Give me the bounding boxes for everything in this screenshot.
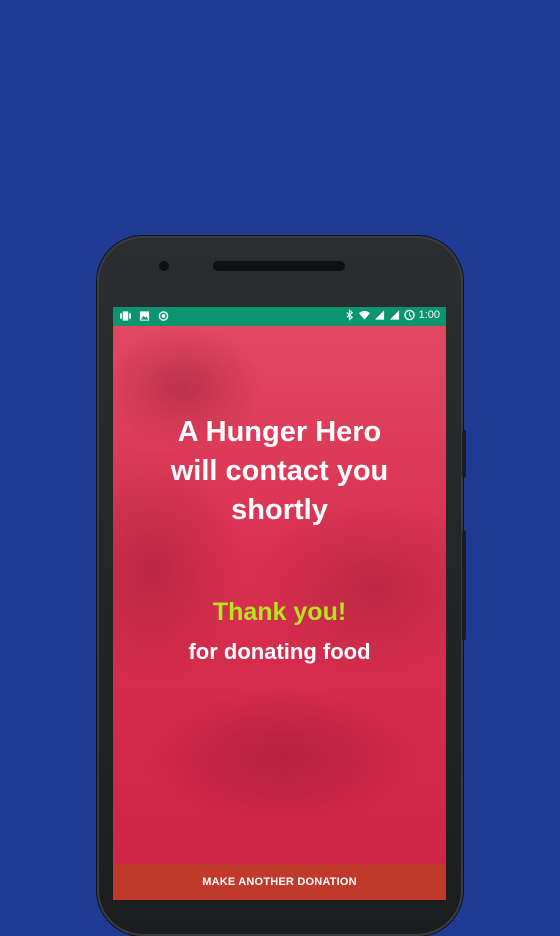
status-bar: 1:00 <box>113 307 446 326</box>
signal-icon-2 <box>389 310 399 320</box>
power-button <box>462 530 466 640</box>
donation-subtext: for donating food <box>188 639 371 664</box>
thank-you-text: Thank you! <box>212 598 347 626</box>
confirmation-headline: A Hunger Hero will contact you shortly <box>170 416 389 526</box>
app-screen: 1:00 A Hunger Hero will contact you shor… <box>113 307 446 900</box>
volume-button <box>462 430 466 478</box>
vibrate-icon <box>120 311 131 321</box>
background-photo-overlay: A Hunger Hero will contact you shortly T… <box>113 326 446 864</box>
wifi-icon <box>358 310 370 320</box>
status-time: 1:00 <box>418 309 440 321</box>
make-another-donation-button[interactable]: MAKE ANOTHER DONATION <box>113 864 446 900</box>
record-icon <box>158 311 169 321</box>
front-camera <box>159 261 169 271</box>
earpiece-speaker <box>213 261 345 271</box>
bluetooth-icon <box>345 309 353 321</box>
data-saver-icon <box>403 309 415 321</box>
signal-icon <box>374 310 384 320</box>
image-icon <box>139 311 150 321</box>
